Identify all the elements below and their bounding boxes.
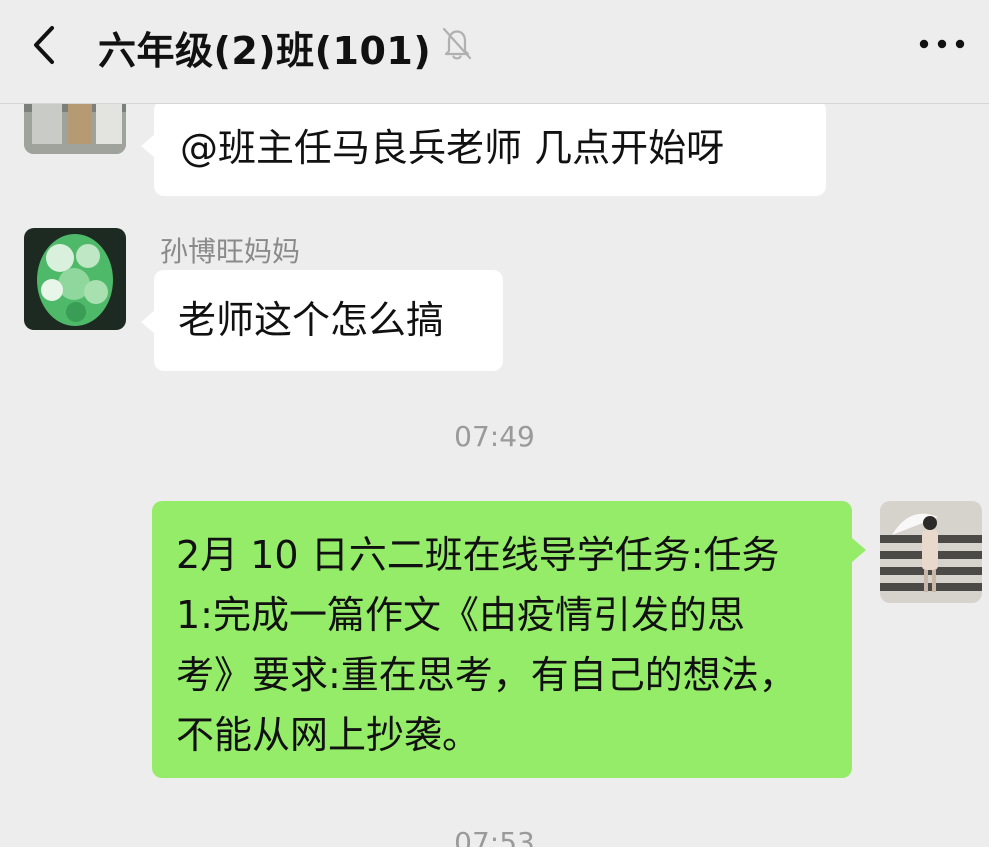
message-line: 考》要求:重在思考，有自己的想法，	[176, 653, 797, 697]
jade-flower-photo	[24, 228, 126, 330]
more-dots-icon[interactable]	[918, 38, 966, 50]
message-text: 老师这个怎么搞	[178, 298, 445, 342]
chat-header: 六年级(2)班(101)	[0, 0, 989, 104]
bell-muted-icon	[442, 27, 472, 60]
message-line: 不能从网上抄袭。	[176, 713, 481, 757]
message-text: @班主任马良兵老师 几点开始呀	[180, 125, 725, 170]
bubble-tail	[141, 310, 155, 334]
avatar-self[interactable]	[880, 501, 982, 603]
message-line: 2月 10 日六二班在线导学任务:任务	[176, 533, 780, 577]
bubble-tail	[852, 538, 866, 562]
bubble-tail	[141, 134, 155, 158]
chat-message-list[interactable]: @班主任马良兵老师 几点开始呀 孙博旺妈妈 老师这个怎么搞 07:49 2月 1…	[0, 104, 989, 847]
timestamp: 07:53	[454, 826, 535, 847]
message-line: 1:完成一篇作文《由疫情引发的思	[176, 593, 745, 637]
sender-name: 孙博旺妈妈	[160, 235, 301, 268]
girl-umbrella-photo	[880, 501, 982, 603]
warehouse-photo	[24, 104, 126, 154]
message-bubble[interactable]: 老师这个怎么搞	[154, 270, 503, 371]
message-bubble[interactable]: @班主任马良兵老师 几点开始呀	[154, 104, 826, 196]
avatar-jade[interactable]	[24, 228, 126, 330]
chevron-left-icon[interactable]	[26, 22, 66, 68]
avatar-warehouse[interactable]	[24, 104, 126, 154]
timestamp: 07:49	[454, 420, 535, 453]
message-bubble-outgoing[interactable]: 2月 10 日六二班在线导学任务:任务 1:完成一篇作文《由疫情引发的思 考》要…	[152, 501, 852, 778]
chat-title: 六年级(2)班(101)	[98, 29, 432, 73]
